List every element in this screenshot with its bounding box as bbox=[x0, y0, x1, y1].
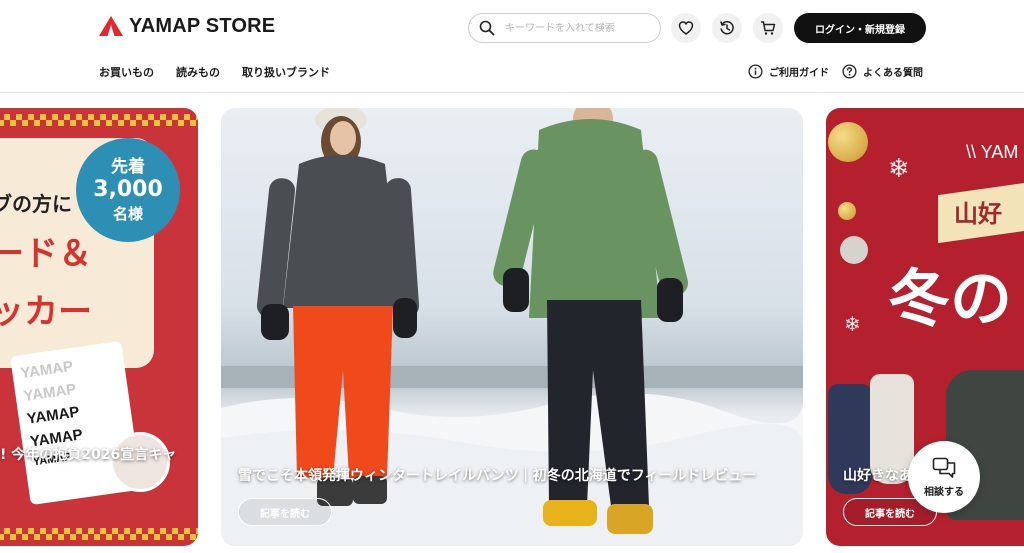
consult-button[interactable]: 相談する bbox=[908, 441, 980, 513]
pinecone-icon bbox=[840, 236, 868, 264]
yamap-mountain-icon bbox=[99, 16, 123, 36]
logo-text: YAMAP STORE bbox=[129, 14, 276, 37]
snowflake-icon: ❄ bbox=[844, 312, 861, 336]
campaign-line3: ッカー bbox=[0, 292, 92, 332]
slide-title: ! 今年の抱負2026宣言キャ bbox=[0, 447, 177, 463]
heart-icon bbox=[678, 21, 694, 35]
history-icon bbox=[720, 20, 734, 35]
campaign-line1: ブの方に bbox=[0, 192, 72, 216]
cart-button[interactable] bbox=[753, 13, 783, 43]
badge-line3: 名様 bbox=[112, 205, 143, 223]
search-icon bbox=[479, 20, 495, 36]
store-logo[interactable]: YAMAP STORE bbox=[99, 12, 275, 40]
nav-item-brands[interactable]: 取り扱いブランド bbox=[242, 64, 330, 80]
snowflake-icon: ❄ bbox=[888, 154, 910, 184]
badge-line1: 先着 bbox=[111, 157, 145, 177]
slide-winter-pants-review[interactable]: 雪でこそ本領発揮ウィンタートレイルパンツ｜初冬の北海道でフィールドレビュー 記事… bbox=[221, 108, 803, 546]
slide-title: 雪でこそ本領発揮ウィンタートレイルパンツ｜初冬の北海道でフィールドレビュー bbox=[238, 468, 757, 484]
featured-carousel[interactable]: ブの方に ード＆ ッカー 先着 3,000 名様 YAMAP YAMAP YAM… bbox=[0, 108, 1024, 546]
ribbon-text: 山好 bbox=[954, 200, 1002, 228]
main-nav: お買いもの 読みもの 取り扱いブランド bbox=[99, 64, 330, 80]
first-come-badge: 先着 3,000 名様 bbox=[76, 138, 180, 242]
guide-link[interactable]: ご利用ガイド bbox=[748, 64, 829, 79]
faq-link[interactable]: よくある質問 bbox=[842, 64, 923, 79]
slide-title: 山好きなあ bbox=[843, 468, 913, 484]
consult-label: 相談する bbox=[924, 486, 964, 498]
right-slide-headline: 冬の bbox=[888, 262, 1013, 335]
history-button[interactable] bbox=[712, 13, 742, 43]
faq-label: よくある質問 bbox=[863, 68, 923, 79]
checker-border-bottom bbox=[0, 528, 198, 540]
slide-new-year-campaign[interactable]: ブの方に ード＆ ッカー 先着 3,000 名様 YAMAP YAMAP YAM… bbox=[0, 108, 198, 546]
chat-bubbles-icon bbox=[932, 457, 956, 478]
nav-item-articles[interactable]: 読みもの bbox=[176, 64, 220, 80]
ornament-ball bbox=[838, 202, 856, 220]
login-signup-button[interactable]: ログイン・新規登録 bbox=[794, 13, 926, 43]
info-icon bbox=[748, 64, 763, 79]
search-input[interactable] bbox=[505, 22, 655, 34]
site-header: YAMAP STORE ログイン・新規登録 お買いもの 読みもの 取り扱いブラン… bbox=[0, 0, 1024, 93]
read-article-button[interactable]: 記事を読む bbox=[238, 498, 332, 526]
favorites-button[interactable] bbox=[671, 13, 701, 43]
badge-line2: 3,000 bbox=[93, 177, 163, 202]
campaign-line2: ード＆ bbox=[0, 234, 92, 274]
question-icon bbox=[842, 64, 857, 79]
cart-icon bbox=[761, 21, 776, 35]
ornament-ball bbox=[828, 122, 868, 162]
right-slide-top-text: \\ YAM bbox=[966, 142, 1019, 162]
guide-label: ご利用ガイド bbox=[769, 68, 829, 79]
checker-border-top bbox=[0, 114, 198, 126]
nav-item-shopping[interactable]: お買いもの bbox=[99, 64, 154, 80]
search-bar[interactable] bbox=[468, 13, 661, 43]
